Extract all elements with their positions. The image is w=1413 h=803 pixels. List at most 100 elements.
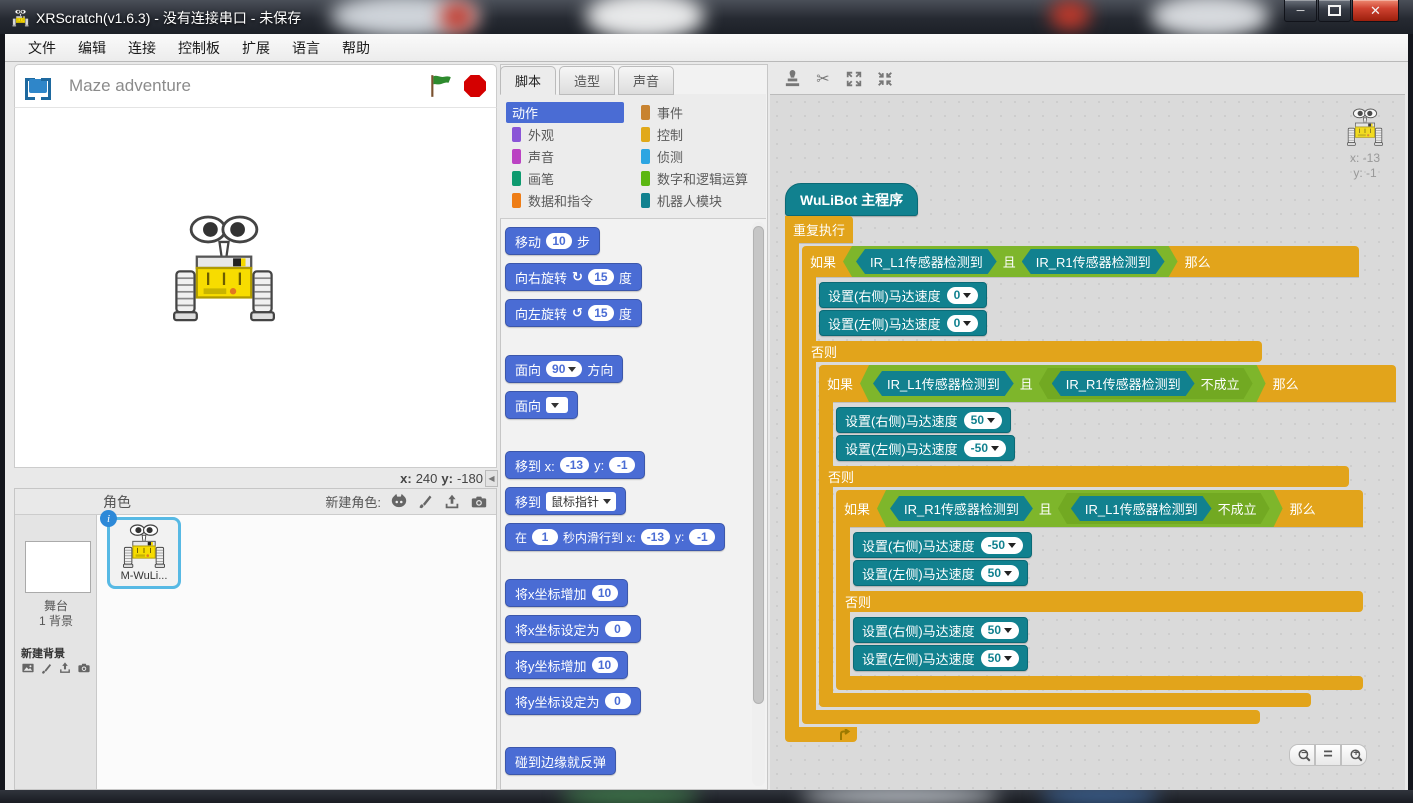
- direction-dropdown[interactable]: 90: [546, 361, 582, 377]
- menu-extension[interactable]: 扩展: [231, 34, 281, 62]
- sprite-thumbnail-selected[interactable]: i M-WuLi...: [107, 517, 181, 589]
- not-operator[interactable]: IR_R1传感器检测到 不成立: [1039, 368, 1253, 399]
- sensor-ir-r1[interactable]: IR_R1传感器检测到: [1052, 371, 1195, 396]
- set-left-motor-block[interactable]: 设置(左侧)马达速度50: [853, 560, 1028, 586]
- block-move[interactable]: 移动10步: [505, 227, 600, 255]
- tab-sounds[interactable]: 声音: [618, 66, 674, 95]
- new-sprite-library-icon[interactable]: [390, 493, 408, 511]
- sprite-info-badge[interactable]: i: [100, 510, 117, 527]
- category-motion[interactable]: 动作: [506, 102, 624, 123]
- set-left-motor-block[interactable]: 设置(左侧)马达速度50: [853, 645, 1028, 671]
- category-control[interactable]: 控制: [635, 124, 748, 145]
- zoom-in-button[interactable]: +: [1341, 744, 1367, 766]
- collapse-stage-button[interactable]: ◀: [485, 470, 498, 487]
- block-palette: 移动10步 向右旋转↻15度 向左旋转↺15度 面向90方向 面向 移到 x:-…: [500, 219, 750, 788]
- menu-help[interactable]: 帮助: [331, 34, 381, 62]
- minimize-button[interactable]: ─: [1284, 0, 1317, 22]
- stage-sprite-robot[interactable]: [173, 212, 275, 324]
- fullscreen-icon[interactable]: [25, 76, 51, 96]
- sensor-ir-l1[interactable]: IR_L1传感器检测到: [1071, 496, 1212, 521]
- speed-dropdown[interactable]: -50: [964, 440, 1006, 457]
- not-operator[interactable]: IR_L1传感器检测到 不成立: [1058, 493, 1270, 524]
- zoom-reset-button[interactable]: =: [1315, 744, 1341, 766]
- block-glide[interactable]: 在1秒内滑行到 x:-13y:-1: [505, 523, 725, 551]
- sprite-panel-header: 角色 新建角色:: [15, 489, 496, 515]
- palette-scrollbar-thumb[interactable]: [753, 226, 764, 704]
- stop-button[interactable]: [464, 75, 486, 97]
- block-change-y[interactable]: 将y坐标增加10: [505, 651, 628, 679]
- menu-file[interactable]: 文件: [17, 34, 67, 62]
- category-looks[interactable]: 外观: [506, 124, 624, 145]
- speed-dropdown[interactable]: 50: [981, 650, 1019, 667]
- category-data[interactable]: 数据和指令: [506, 190, 624, 211]
- set-right-motor-block[interactable]: 设置(右侧)马达速度0: [819, 282, 987, 308]
- sensor-ir-l1[interactable]: IR_L1传感器检测到: [856, 249, 997, 274]
- category-robot[interactable]: 机器人模块: [635, 190, 748, 211]
- speed-dropdown[interactable]: 50: [981, 565, 1019, 582]
- upload-backdrop-icon[interactable]: [58, 661, 72, 675]
- sensor-ir-r1[interactable]: IR_R1传感器检测到: [890, 496, 1033, 521]
- scissors-icon[interactable]: ✂: [813, 69, 833, 89]
- set-left-motor-block[interactable]: 设置(左侧)马达速度-50: [836, 435, 1015, 461]
- menu-edit[interactable]: 编辑: [67, 34, 117, 62]
- set-right-motor-block[interactable]: 设置(右侧)马达速度50: [853, 617, 1028, 643]
- repeat-forever-block[interactable]: 重复执行 如果 IR_L1传感器检测到 且 IR_R1传感器检测到 那么: [785, 216, 1396, 742]
- speed-dropdown[interactable]: -50: [981, 537, 1023, 554]
- speed-dropdown[interactable]: 0: [947, 287, 979, 304]
- set-left-motor-block[interactable]: 设置(左侧)马达速度0: [819, 310, 987, 336]
- block-bounce-on-edge[interactable]: 碰到边缘就反弹: [505, 747, 616, 775]
- zoom-out-button[interactable]: −: [1289, 744, 1315, 766]
- category-events[interactable]: 事件: [635, 102, 748, 123]
- category-operators[interactable]: 数字和逻辑运算: [635, 168, 748, 189]
- block-point-direction[interactable]: 面向90方向: [505, 355, 623, 383]
- close-button[interactable]: ✕: [1352, 0, 1399, 22]
- camera-backdrop-icon[interactable]: [77, 661, 91, 675]
- and-operator[interactable]: IR_L1传感器检测到 且 IR_R1传感器检测到: [843, 246, 1178, 277]
- stage-thumbnail[interactable]: [25, 541, 91, 593]
- sensor-ir-l1[interactable]: IR_L1传感器检测到: [873, 371, 1014, 396]
- stage-canvas[interactable]: [14, 108, 497, 468]
- paint-backdrop-icon[interactable]: [40, 662, 53, 675]
- maximize-button[interactable]: [1318, 0, 1351, 22]
- speed-dropdown[interactable]: 50: [981, 622, 1019, 639]
- menu-language[interactable]: 语言: [281, 34, 331, 62]
- menu-connect[interactable]: 连接: [117, 34, 167, 62]
- sensor-ir-r1[interactable]: IR_R1传感器检测到: [1022, 249, 1165, 274]
- set-right-motor-block[interactable]: 设置(右侧)马达速度-50: [853, 532, 1032, 558]
- grow-icon[interactable]: [844, 69, 864, 89]
- set-right-motor-block[interactable]: 设置(右侧)马达速度50: [836, 407, 1011, 433]
- speed-dropdown[interactable]: 0: [947, 315, 979, 332]
- block-set-x[interactable]: 将x坐标设定为0: [505, 615, 641, 643]
- if-else-block-3[interactable]: 如果 IR_R1传感器检测到 且 IR_L1传感器检测到 不成立: [836, 490, 1363, 690]
- stamp-icon[interactable]: [782, 69, 802, 89]
- if-else-block-1[interactable]: 如果 IR_L1传感器检测到 且 IR_R1传感器检测到 那么 设置(右侧)马达…: [802, 246, 1396, 724]
- block-goto-pointer[interactable]: 移到鼠标指针: [505, 487, 626, 515]
- and-operator[interactable]: IR_R1传感器检测到 且 IR_L1传感器检测到 不成立: [877, 490, 1283, 527]
- and-operator[interactable]: IR_L1传感器检测到 且 IR_R1传感器检测到 不成立: [860, 365, 1266, 402]
- speed-dropdown[interactable]: 50: [964, 412, 1002, 429]
- category-sensing[interactable]: 侦测: [635, 146, 748, 167]
- block-turn-left[interactable]: 向左旋转↺15度: [505, 299, 642, 327]
- category-color-chip: [512, 171, 521, 186]
- category-sound[interactable]: 声音: [506, 146, 624, 167]
- tab-scripts[interactable]: 脚本: [500, 66, 556, 95]
- category-pen[interactable]: 画笔: [506, 168, 624, 189]
- if-else-block-2[interactable]: 如果 IR_L1传感器检测到 且 IR_R1传感器检测到 不成立: [819, 365, 1396, 707]
- block-point-towards[interactable]: 面向: [505, 391, 578, 419]
- shrink-icon[interactable]: [875, 69, 895, 89]
- backdrop-library-icon[interactable]: [21, 661, 35, 675]
- menu-board[interactable]: 控制板: [167, 34, 231, 62]
- tab-costumes[interactable]: 造型: [559, 66, 615, 95]
- camera-sprite-icon[interactable]: [470, 493, 488, 511]
- script-area[interactable]: x: -13 y: -1 WuLiBot 主程序 重复执行 如果 IR_L1传感…: [770, 95, 1405, 790]
- block-turn-right[interactable]: 向右旋转↻15度: [505, 263, 642, 291]
- green-flag-button[interactable]: [428, 73, 454, 99]
- point-towards-dropdown[interactable]: [546, 397, 568, 413]
- upload-sprite-icon[interactable]: [443, 493, 461, 511]
- block-set-y[interactable]: 将y坐标设定为0: [505, 687, 641, 715]
- paint-new-sprite-icon[interactable]: [417, 493, 434, 510]
- goto-dropdown[interactable]: 鼠标指针: [546, 492, 616, 511]
- block-goto-xy[interactable]: 移到 x:-13y:-1: [505, 451, 645, 479]
- hat-block-wulibot-main[interactable]: WuLiBot 主程序: [785, 183, 918, 216]
- block-change-x[interactable]: 将x坐标增加10: [505, 579, 628, 607]
